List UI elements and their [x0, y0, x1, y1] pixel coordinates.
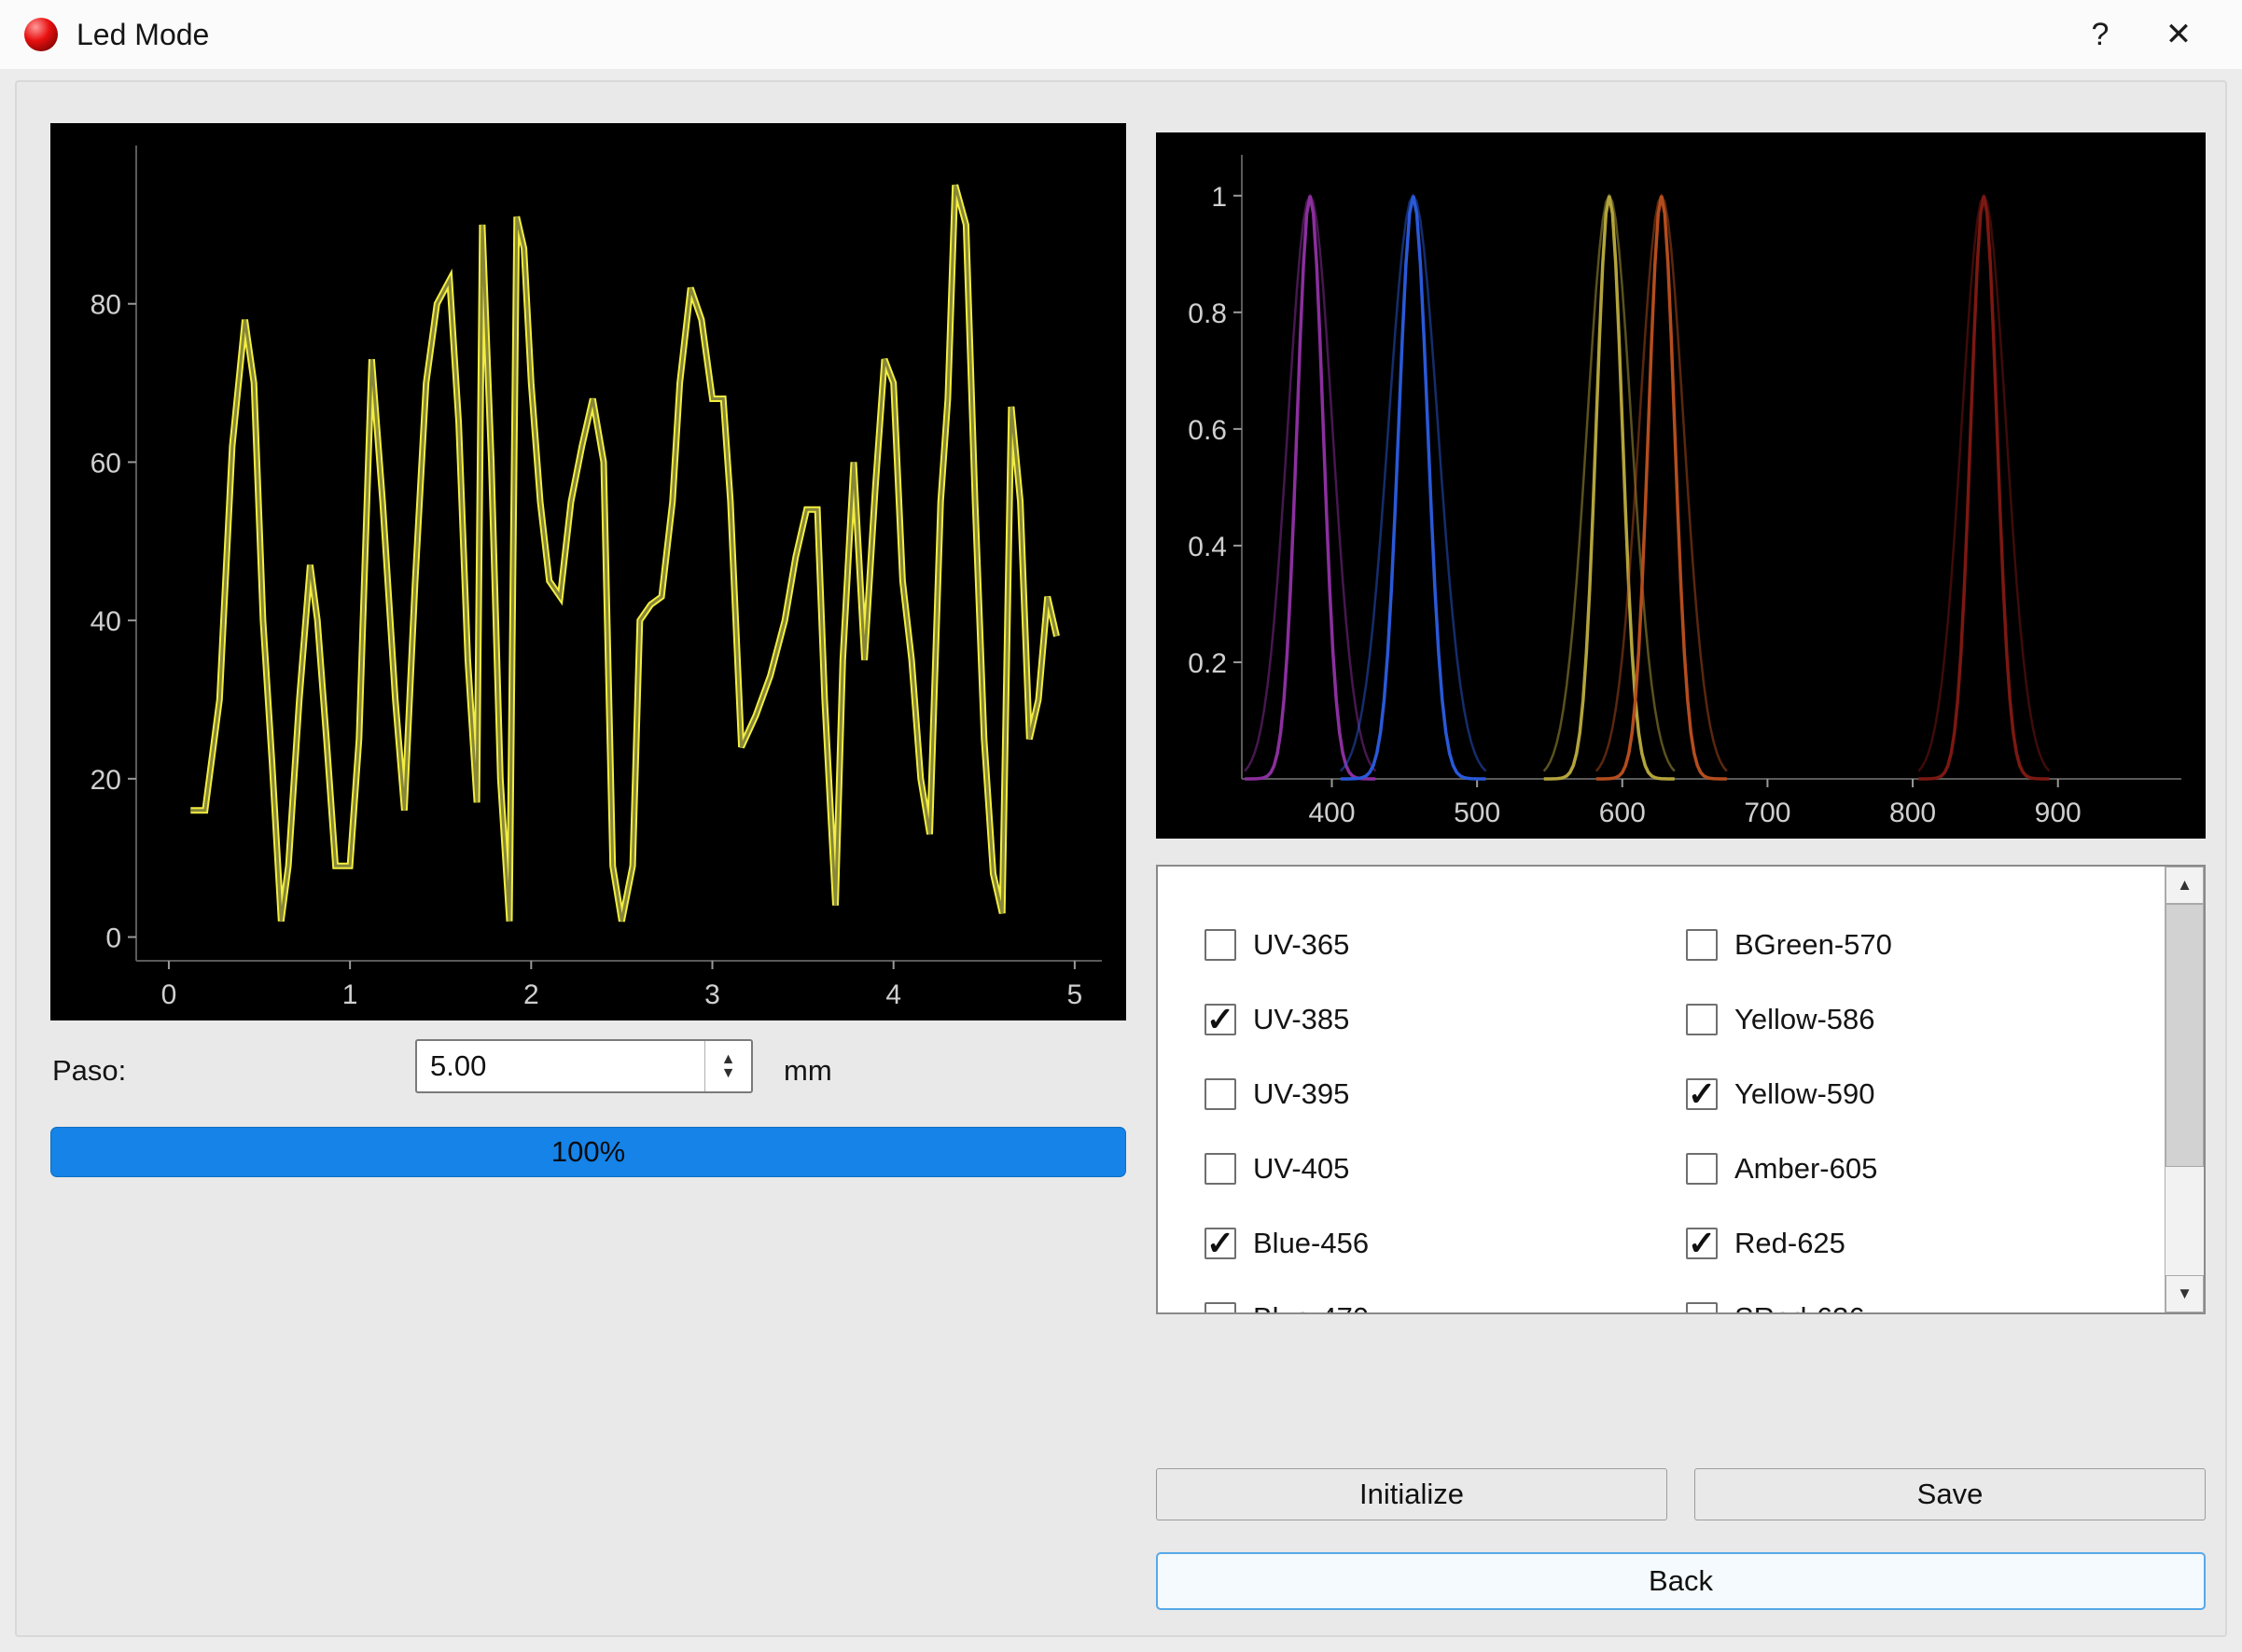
led-label: Amber-605: [1734, 1152, 1878, 1185]
checkbox-UV-385[interactable]: ✓: [1205, 1000, 1236, 1038]
scrollbar-thumb[interactable]: [2165, 904, 2204, 1167]
progress-label: 100%: [550, 1135, 626, 1168]
window-title: Led Mode: [77, 17, 210, 51]
led-row-UV-405: UV-405: [1205, 1131, 1349, 1206]
led-label: Red-625: [1734, 1227, 1845, 1259]
led-label: UV-405: [1253, 1152, 1350, 1185]
checkbox-Yellow-590[interactable]: ✓: [1686, 1075, 1718, 1113]
checkbox-Amber-605[interactable]: [1686, 1153, 1718, 1185]
svg-text:1: 1: [1211, 182, 1227, 213]
check-icon: ✓: [1205, 1000, 1235, 1038]
height-profile-chart: 0 1 2 3 4 5 0 20 40 60 80: [50, 123, 1126, 1020]
led-label: Blue-470: [1253, 1301, 1369, 1312]
led-row-SRed-636: SRed-636: [1686, 1281, 1865, 1312]
svg-text:80: 80: [91, 290, 121, 321]
led-checkbox-panel: UV-365 BGreen-570 ✓ UV-385 Yellow-586 UV-395 ✓…: [1156, 865, 2206, 1314]
led-line: UV-405 Amber-605: [1158, 1131, 2165, 1206]
close-button[interactable]: ✕: [2139, 16, 2218, 53]
checkbox-Red-625[interactable]: ✓: [1686, 1224, 1718, 1262]
spin-down-button[interactable]: ▼: [721, 1066, 736, 1081]
led-label: BGreen-570: [1734, 928, 1892, 961]
svg-text:0: 0: [161, 979, 177, 1010]
svg-text:0.2: 0.2: [1188, 648, 1227, 679]
led-label: UV-395: [1253, 1077, 1350, 1110]
svg-text:900: 900: [2035, 798, 2082, 828]
led-line: ✓ UV-385 Yellow-586: [1158, 982, 2165, 1057]
led-label: UV-385: [1253, 1003, 1350, 1035]
led-row-Red-625: ✓ Red-625: [1686, 1206, 1845, 1281]
content-frame: 0 1 2 3 4 5 0 20 40 60 80 Paso: ▲ ▼ mm 100% 400 500…: [15, 80, 2227, 1637]
checkbox-UV-365[interactable]: [1205, 929, 1236, 961]
progress-bar: 100%: [50, 1127, 1126, 1177]
led-row-Yellow-590: ✓ Yellow-590: [1686, 1057, 1875, 1131]
led-line: UV-395 ✓ Yellow-590: [1158, 1057, 2165, 1131]
led-mode-window: Led Mode ? ✕ 0 1 2 3 4 5 0 20 40 60 80 Paso: ▲ ▼ m…: [0, 0, 2242, 1652]
led-line: Blue-470 SRed-636: [1158, 1281, 2165, 1312]
check-icon: ✓: [1687, 1224, 1717, 1262]
svg-text:3: 3: [704, 979, 720, 1010]
paso-input[interactable]: [417, 1041, 704, 1091]
check-icon: ✓: [1205, 1224, 1235, 1262]
led-label: UV-365: [1253, 928, 1350, 961]
led-row-BGreen-570: BGreen-570: [1686, 908, 1892, 982]
svg-text:2: 2: [523, 979, 539, 1010]
arrow-down-icon: ▼: [2177, 1284, 2193, 1302]
led-rows: UV-365 BGreen-570 ✓ UV-385 Yellow-586 UV-395 ✓…: [1158, 867, 2165, 1312]
arrow-up-icon: ▲: [2177, 876, 2193, 894]
app-icon: [24, 18, 58, 51]
scrollbar-down-button[interactable]: ▼: [2165, 1275, 2204, 1312]
checkbox-UV-405[interactable]: [1205, 1153, 1236, 1185]
svg-text:0.4: 0.4: [1188, 532, 1227, 562]
led-line: UV-365 BGreen-570: [1158, 908, 2165, 982]
paso-spinner: ▲ ▼: [704, 1041, 751, 1091]
led-line: ✓ Blue-456 ✓ Red-625: [1158, 1206, 2165, 1281]
titlebar: Led Mode ? ✕: [0, 0, 2242, 69]
svg-text:0.6: 0.6: [1188, 415, 1227, 446]
svg-text:600: 600: [1599, 798, 1646, 828]
paso-spinbox: ▲ ▼: [415, 1039, 753, 1093]
svg-text:500: 500: [1454, 798, 1500, 828]
svg-text:4: 4: [885, 979, 901, 1010]
svg-text:60: 60: [91, 448, 121, 479]
svg-text:400: 400: [1308, 798, 1355, 828]
led-row-Yellow-586: Yellow-586: [1686, 982, 1875, 1057]
spin-up-button[interactable]: ▲: [721, 1052, 736, 1067]
led-row-UV-385: ✓ UV-385: [1205, 982, 1349, 1057]
led-label: Yellow-586: [1734, 1003, 1875, 1035]
svg-text:1: 1: [342, 979, 358, 1010]
led-row-UV-365: UV-365: [1205, 908, 1349, 982]
help-button[interactable]: ?: [2061, 17, 2139, 53]
initialize-button[interactable]: Initialize: [1156, 1468, 1667, 1520]
back-button[interactable]: Back: [1156, 1552, 2206, 1610]
checkbox-BGreen-570[interactable]: [1686, 929, 1718, 961]
scrollbar-up-button[interactable]: ▲: [2165, 867, 2204, 904]
checkbox-Blue-470[interactable]: [1205, 1302, 1236, 1312]
svg-text:5: 5: [1067, 979, 1083, 1010]
led-row-Amber-605: Amber-605: [1686, 1131, 1877, 1206]
svg-text:0: 0: [105, 923, 121, 954]
check-icon: ✓: [1687, 1075, 1717, 1113]
checkbox-Blue-456[interactable]: ✓: [1205, 1224, 1236, 1262]
checkbox-UV-395[interactable]: [1205, 1078, 1236, 1110]
svg-text:800: 800: [1889, 798, 1936, 828]
led-label: Blue-456: [1253, 1227, 1370, 1259]
led-row-Blue-456: ✓ Blue-456: [1205, 1206, 1369, 1281]
paso-label: Paso:: [52, 1054, 127, 1087]
svg-text:20: 20: [91, 765, 121, 796]
save-button[interactable]: Save: [1694, 1468, 2206, 1520]
led-row-UV-395: UV-395: [1205, 1057, 1349, 1131]
svg-text:40: 40: [91, 606, 121, 637]
svg-text:700: 700: [1744, 798, 1790, 828]
led-label: SRed-636: [1734, 1301, 1865, 1312]
led-row-Blue-470: Blue-470: [1205, 1281, 1369, 1312]
paso-unit-label: mm: [784, 1054, 832, 1087]
led-label: Yellow-590: [1734, 1077, 1875, 1110]
scrollbar[interactable]: ▲ ▼: [2165, 867, 2204, 1312]
led-spectra-chart: 400 500 600 700 800 900 0.2 0.4 0.6 0.8 1: [1156, 132, 2206, 839]
checkbox-Yellow-586[interactable]: [1686, 1004, 1718, 1035]
svg-text:0.8: 0.8: [1188, 298, 1227, 329]
checkbox-SRed-636[interactable]: [1686, 1302, 1718, 1312]
